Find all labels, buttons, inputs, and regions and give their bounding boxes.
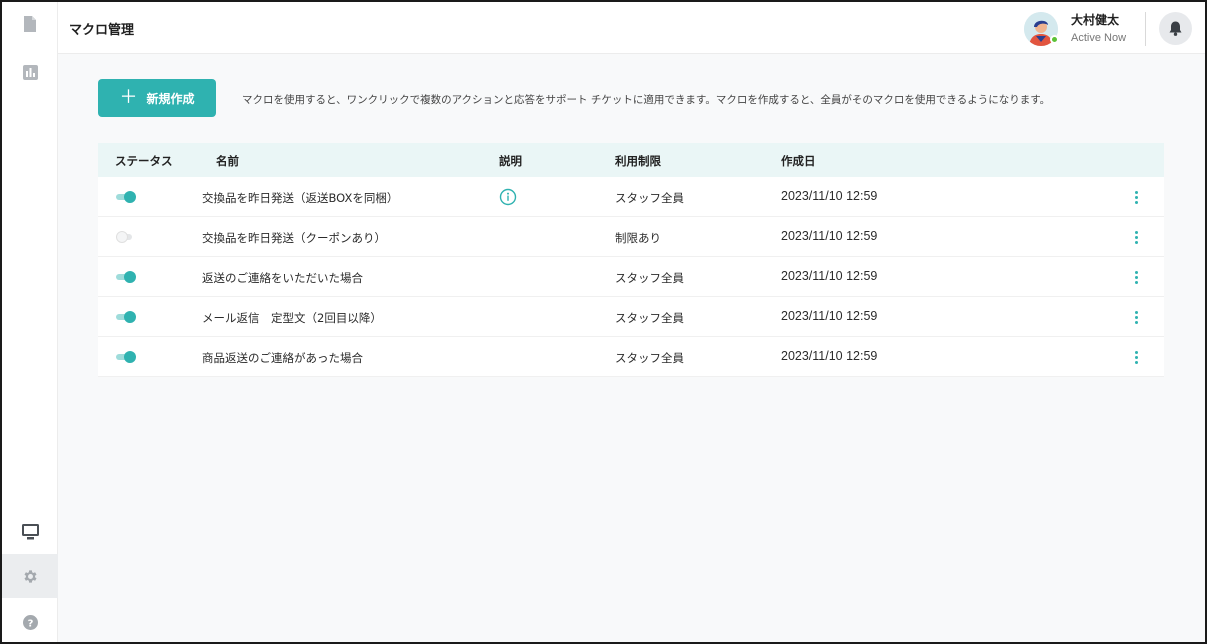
macro-table: ステータス 名前 説明 利用制限 作成日 交換品を昨日発送（返送BOXを同梱） ス… (98, 143, 1164, 377)
sidebar-item-help[interactable]: ? (2, 600, 58, 642)
macro-name[interactable]: 商品返送のご連絡があった場合 (202, 350, 363, 366)
row-menu-button[interactable] (1128, 187, 1144, 207)
macro-description: マクロを使用すると、ワンクリックで複数のアクションと応答をサポート チケットに適… (242, 94, 1051, 106)
info-icon[interactable] (499, 188, 517, 206)
table-body: 交換品を昨日発送（返送BOXを同梱） スタッフ全員 2023/11/10 12:59… (98, 177, 1164, 377)
kebab-icon (1134, 230, 1138, 234)
svg-text:?: ? (27, 618, 33, 629)
toggle-knob (116, 231, 128, 243)
user-status: Active Now (1071, 32, 1127, 44)
table-row[interactable]: 返送のご連絡をいただいた場合 スタッフ全員 2023/11/10 12:59 (98, 257, 1164, 297)
create-macro-button[interactable]: ＋ 新規作成 (98, 79, 216, 117)
sidebar-item-settings[interactable] (2, 554, 58, 598)
create-button-label: 新規作成 (146, 91, 195, 106)
kebab-dot (1134, 355, 1138, 359)
header-divider (1145, 12, 1146, 46)
sidebar-item-reports[interactable] (2, 50, 58, 94)
chart-icon (22, 64, 38, 80)
kebab-dot (1134, 275, 1138, 279)
status-toggle[interactable] (116, 351, 136, 363)
macro-name[interactable]: メール返信 定型文（2回目以降） (202, 310, 382, 326)
restriction-value: スタッフ全員 (615, 351, 684, 365)
sidebar-item-monitor[interactable] (2, 510, 58, 554)
created-date: 2023/11/10 12:59 (781, 189, 878, 203)
kebab-dot (1134, 315, 1138, 319)
kebab-dot (1134, 360, 1138, 364)
kebab-dot (1134, 200, 1138, 204)
online-indicator (1050, 35, 1059, 44)
restriction-value: スタッフ全員 (615, 271, 684, 285)
page-title: マクロ管理 (69, 23, 135, 38)
restriction-value: スタッフ全員 (615, 191, 684, 205)
gear-icon (23, 569, 37, 583)
help-icon: ? (22, 614, 38, 630)
table-header: ステータス 名前 説明 利用制限 作成日 (98, 143, 1164, 177)
bell-icon (1169, 21, 1182, 36)
kebab-icon (1134, 270, 1138, 274)
kebab-dot (1134, 195, 1138, 199)
macro-name[interactable]: 交換品を昨日発送（クーポンあり） (202, 230, 386, 246)
created-date: 2023/11/10 12:59 (781, 269, 878, 283)
sidebar: ? (2, 2, 58, 642)
restriction-value: スタッフ全員 (615, 311, 684, 325)
row-menu-button[interactable] (1128, 307, 1144, 327)
column-header-restriction[interactable]: 利用制限 (615, 153, 661, 169)
kebab-dot (1134, 240, 1138, 244)
kebab-dot (1134, 320, 1138, 324)
document-icon (24, 16, 36, 32)
kebab-icon (1134, 190, 1138, 194)
kebab-icon (1134, 350, 1138, 354)
column-header-created[interactable]: 作成日 (781, 153, 816, 169)
macro-name[interactable]: 交換品を昨日発送（返送BOXを同梱） (202, 190, 398, 206)
table-row[interactable]: 交換品を昨日発送（クーポンあり） 制限あり 2023/11/10 12:59 (98, 217, 1164, 257)
user-name: 大村健太 (1071, 13, 1120, 27)
status-toggle[interactable] (116, 231, 136, 243)
status-toggle[interactable] (116, 311, 136, 323)
toggle-knob (124, 191, 136, 203)
macro-name[interactable]: 返送のご連絡をいただいた場合 (202, 270, 363, 286)
column-header-description[interactable]: 説明 (499, 153, 522, 169)
created-date: 2023/11/10 12:59 (781, 349, 878, 363)
table-row[interactable]: 商品返送のご連絡があった場合 スタッフ全員 2023/11/10 12:59 (98, 337, 1164, 377)
created-date: 2023/11/10 12:59 (781, 309, 878, 323)
row-menu-button[interactable] (1128, 227, 1144, 247)
status-toggle[interactable] (116, 271, 136, 283)
top-header: マクロ管理 大村健太 Active Now (58, 2, 1205, 54)
column-header-status[interactable]: ステータス (115, 153, 173, 169)
sidebar-item-documents[interactable] (2, 2, 58, 46)
created-date: 2023/11/10 12:59 (781, 229, 878, 243)
column-header-name[interactable]: 名前 (216, 153, 239, 169)
plus-icon: ＋ (119, 87, 138, 108)
toggle-knob (124, 351, 136, 363)
kebab-dot (1134, 280, 1138, 284)
kebab-dot (1134, 235, 1138, 239)
kebab-icon (1134, 310, 1138, 314)
table-row[interactable]: 交換品を昨日発送（返送BOXを同梱） スタッフ全員 2023/11/10 12:59 (98, 177, 1164, 217)
monitor-icon (21, 524, 39, 540)
row-menu-button[interactable] (1128, 347, 1144, 367)
notifications-button[interactable] (1159, 12, 1192, 45)
status-toggle[interactable] (116, 191, 136, 203)
row-menu-button[interactable] (1128, 267, 1144, 287)
app-window: ? マクロ管理 大村健太 Active Now ＋ 新規作成 マクロを使用すると… (0, 0, 1207, 644)
toggle-knob (124, 271, 136, 283)
toggle-knob (124, 311, 136, 323)
table-row[interactable]: メール返信 定型文（2回目以降） スタッフ全員 2023/11/10 12:59 (98, 297, 1164, 337)
restriction-value: 制限あり (615, 231, 661, 245)
